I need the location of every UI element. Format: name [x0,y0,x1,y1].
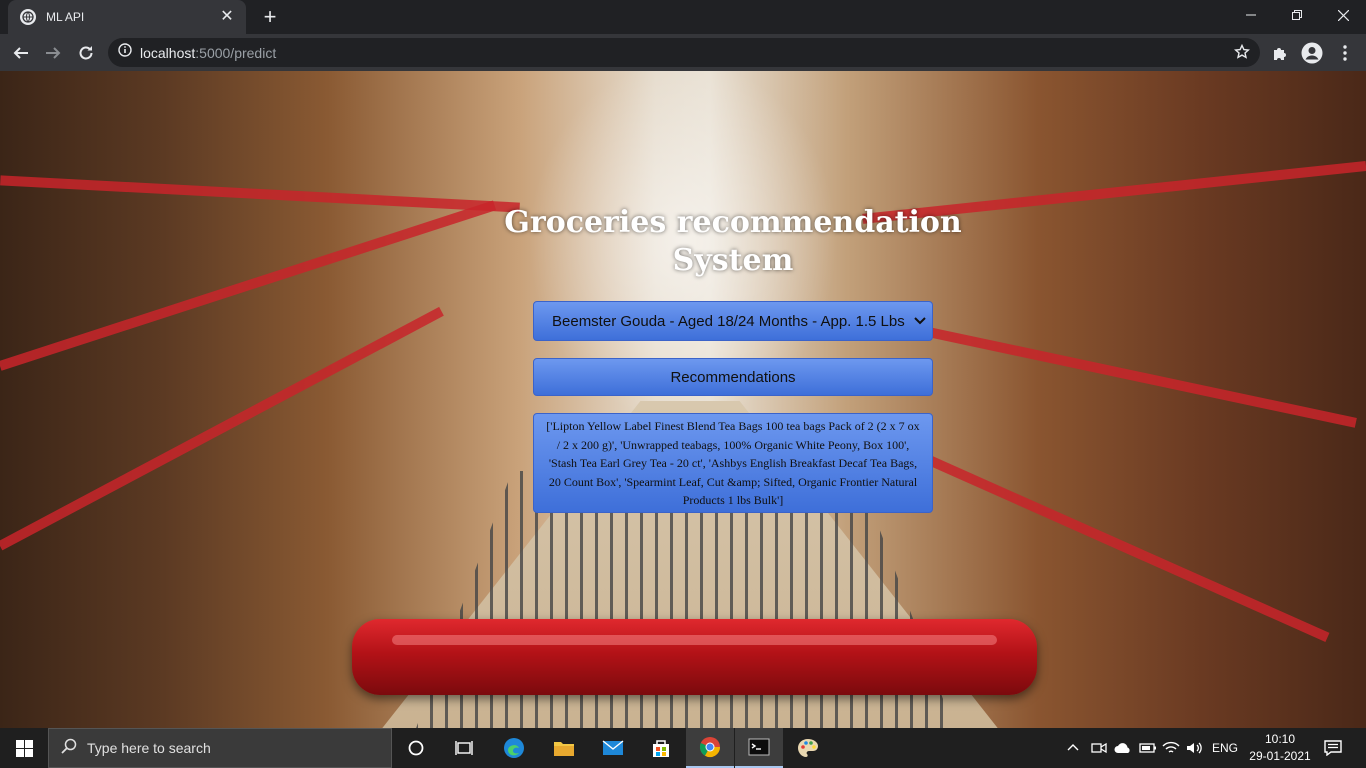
page-viewport: Groceries recommendation System Beemster… [0,71,1366,728]
edge-browser-icon[interactable] [490,728,538,768]
clock-date: 29-01-2021 [1249,749,1311,763]
search-icon [61,738,77,759]
task-view-icon[interactable] [440,728,488,768]
show-hidden-icons-chevron-icon[interactable] [1066,728,1080,768]
forward-arrow-icon[interactable] [40,40,66,66]
site-info-icon[interactable] [118,43,132,62]
system-clock[interactable]: 10:10 29-01-2021 [1240,731,1320,765]
search-placeholder: Type here to search [87,740,211,756]
browser-toolbar: localhost:5000/predict [0,34,1366,71]
shopping-cart-handle [352,619,1037,695]
browser-tab[interactable]: ML API ✕ [8,0,246,34]
bookmark-star-icon[interactable] [1233,43,1251,65]
file-explorer-icon[interactable] [540,728,588,768]
restore-window-button[interactable] [1274,0,1320,30]
clock-time: 10:10 [1264,732,1296,746]
new-tab-button[interactable]: + [259,6,281,28]
mail-icon[interactable] [589,728,637,768]
battery-icon[interactable] [1139,728,1157,768]
url-text: localhost:5000/predict [140,44,277,61]
onedrive-cloud-icon[interactable] [1114,728,1132,768]
browser-menu-icon[interactable] [1332,40,1358,66]
paint-palette-icon[interactable] [784,728,832,768]
back-arrow-icon[interactable] [8,40,34,66]
terminal-icon[interactable] [735,728,783,768]
product-select[interactable]: Beemster Gouda - Aged 18/24 Months - App… [533,301,933,341]
address-bar[interactable]: localhost:5000/predict [108,38,1260,67]
close-tab-icon[interactable]: ✕ [218,8,236,26]
microsoft-store-icon[interactable] [637,728,685,768]
reload-icon[interactable] [73,40,99,66]
chrome-icon[interactable] [686,728,734,768]
windows-start-icon[interactable] [0,728,48,768]
windows-taskbar: Type here to search ENG 10:10 29-01-2021 [0,728,1366,768]
recommendation-result: ['Lipton Yellow Label Finest Blend Tea B… [533,413,933,513]
language-indicator[interactable]: ENG [1212,728,1238,768]
notifications-icon[interactable] [1324,728,1342,768]
minimize-window-button[interactable] [1228,0,1274,30]
tab-title: ML API [46,10,85,24]
volume-icon[interactable] [1186,728,1204,768]
chevron-down-icon[interactable] [913,313,927,332]
close-window-button[interactable] [1320,0,1366,30]
cortana-circle-icon[interactable] [392,728,440,768]
recommendations-button[interactable]: Recommendations [533,358,933,396]
wifi-icon[interactable] [1162,728,1180,768]
browser-tab-strip: ML API ✕ + [0,0,1366,34]
page-title: Groceries recommendation System [504,205,962,278]
product-select-value[interactable]: Beemster Gouda - Aged 18/24 Months - App… [533,301,933,341]
extensions-puzzle-icon[interactable] [1267,40,1293,66]
taskbar-search-box[interactable]: Type here to search [48,728,392,768]
meet-now-icon[interactable] [1091,728,1107,768]
globe-icon [20,9,36,25]
profile-avatar-icon[interactable] [1299,40,1325,66]
